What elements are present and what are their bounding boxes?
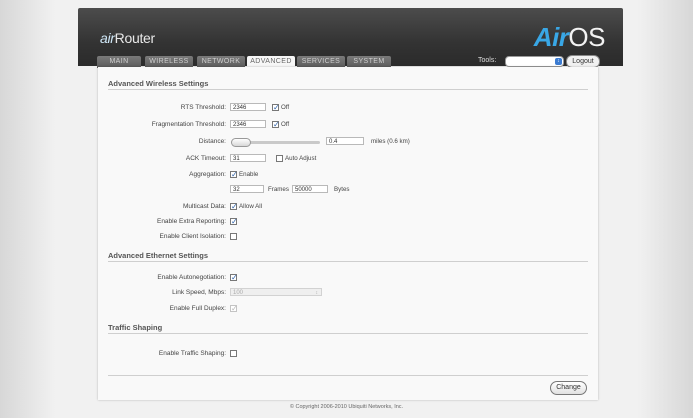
autoneg-label: Enable Autonegotiation: — [157, 274, 226, 281]
extra-reporting-label: Enable Extra Reporting: — [156, 218, 226, 225]
distance-slider-handle[interactable] — [231, 138, 251, 147]
bytes-input[interactable]: 50000 — [292, 185, 328, 193]
rts-off-checkbox[interactable]: ✓ — [272, 104, 280, 112]
link-speed-select[interactable]: 100 ↕ — [230, 288, 322, 296]
frag-off-label: Off — [281, 121, 290, 128]
tools-label: Tools: — [478, 57, 497, 64]
rts-off-label: Off — [281, 104, 290, 111]
traffic-shaping-checkbox[interactable] — [230, 350, 237, 357]
distance-label: Distance: — [198, 138, 226, 145]
extra-reporting-checkbox[interactable]: ✓ — [230, 218, 238, 226]
frames-input[interactable]: 32 — [230, 185, 264, 193]
multicast-checkbox[interactable]: ✓ — [230, 203, 238, 211]
logo-air: Air — [533, 22, 569, 52]
frames-label: Frames — [268, 186, 289, 193]
distance-input[interactable]: 0.4 — [326, 137, 364, 145]
client-isolation-label: Enable Client Isolation: — [159, 233, 227, 240]
divider — [108, 333, 588, 334]
screen: airRouter AirOS MAIN WIRELESS NETWORK AD… — [0, 0, 693, 418]
logo-os: OS — [568, 22, 605, 52]
multicast-label: Multicast Data: — [183, 203, 226, 210]
select-arrows-icon: ↕ — [315, 290, 319, 296]
ack-input[interactable]: 31 — [230, 154, 266, 162]
select-arrows-icon: ↕ — [555, 58, 562, 65]
brand-prefix: air — [100, 30, 115, 46]
frag-label: Fragmentation Threshold: — [151, 121, 226, 128]
settings-panel: Advanced Wireless Settings RTS Threshold… — [98, 67, 598, 400]
link-speed-value: 100 — [233, 290, 244, 296]
auto-adjust-label: Auto Adjust — [285, 155, 317, 162]
tools-select[interactable]: ↕ — [505, 56, 564, 67]
aggregation-enable-label: Enable — [239, 171, 259, 178]
section-title-wireless: Advanced Wireless Settings — [108, 79, 209, 88]
multicast-allow-label: Allow All — [239, 203, 263, 210]
brand-name: Router — [114, 30, 156, 46]
frag-input[interactable]: 2346 — [230, 120, 266, 128]
distance-unit: miles (0.6 km) — [371, 138, 410, 145]
auto-adjust-checkbox[interactable] — [276, 155, 283, 162]
frag-off-checkbox[interactable]: ✓ — [272, 121, 280, 129]
rts-label: RTS Threshold: — [180, 104, 226, 111]
divider — [108, 375, 588, 376]
autoneg-checkbox[interactable]: ✓ — [230, 274, 238, 282]
copyright-footer: © Copyright 2006-2010 Ubiquiti Networks,… — [289, 404, 404, 410]
rts-input[interactable]: 2346 — [230, 103, 266, 111]
full-duplex-label: Enable Full Duplex: — [169, 305, 226, 312]
brand-logo: airRouter — [100, 30, 155, 46]
divider — [108, 89, 588, 90]
ack-label: ACK Timeout: — [185, 155, 226, 162]
bytes-label: Bytes — [334, 186, 350, 193]
change-button[interactable]: Change — [550, 381, 587, 395]
aggregation-checkbox[interactable]: ✓ — [230, 171, 238, 179]
divider — [108, 261, 588, 262]
link-speed-label: Link Speed, Mbps: — [172, 289, 226, 296]
aggregation-label: Aggregation: — [189, 171, 226, 178]
section-title-shaping: Traffic Shaping — [108, 323, 163, 332]
section-title-ethernet: Advanced Ethernet Settings — [108, 251, 209, 260]
traffic-shaping-label: Enable Traffic Shaping: — [158, 350, 226, 357]
client-isolation-checkbox[interactable] — [230, 233, 237, 240]
airos-logo: AirOS — [533, 22, 606, 53]
full-duplex-checkbox[interactable]: ✓ — [230, 305, 238, 313]
